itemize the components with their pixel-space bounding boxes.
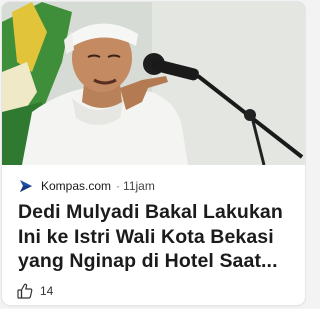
- publish-time: 11jam: [123, 179, 155, 193]
- kompas-logo-icon[interactable]: [18, 178, 34, 194]
- thumbs-up-icon[interactable]: [16, 282, 34, 300]
- reaction-count: 14: [40, 284, 54, 298]
- meta-separator: ·: [116, 179, 121, 193]
- news-image[interactable]: [2, 2, 305, 165]
- news-photo: [2, 2, 305, 165]
- source-name[interactable]: Kompas.com: [41, 179, 111, 193]
- reactions-bar: 14: [16, 281, 53, 301]
- news-headline[interactable]: Dedi Mulyadi Bakal Lakukan Ini ke Istri …: [18, 200, 294, 274]
- news-card[interactable]: Kompas.com · 11jam Dedi Mulyadi Bakal La…: [2, 2, 305, 305]
- source-meta: Kompas.com · 11jam: [18, 177, 155, 195]
